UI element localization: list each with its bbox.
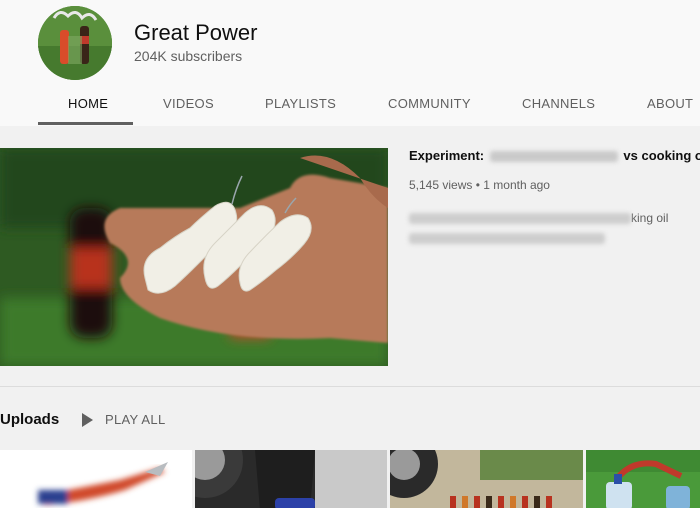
- play-all-label: PLAY ALL: [105, 412, 166, 427]
- featured-title-start: Experiment:: [409, 148, 485, 163]
- channel-avatar[interactable]: [38, 6, 112, 80]
- active-tab-indicator: [38, 122, 133, 125]
- play-icon: [82, 413, 93, 427]
- upload-thumbnail-image: [390, 450, 583, 508]
- description-fragment: king oil: [631, 211, 669, 225]
- view-count: 5,145 views: [409, 178, 473, 192]
- upload-thumbnail-image: [195, 450, 387, 508]
- featured-video-description: king oil: [409, 208, 694, 248]
- tab-videos[interactable]: VIDEOS: [163, 96, 214, 111]
- blurred-description-line: [409, 233, 605, 245]
- featured-video-thumbnail[interactable]: [0, 148, 388, 366]
- tab-channels[interactable]: CHANNELS: [522, 96, 595, 111]
- featured-video-meta: 5,145 views • 1 month ago: [409, 178, 550, 192]
- home-content: Experiment: vs cooking oil 5,145 views •…: [0, 126, 700, 508]
- channel-name: Great Power: [134, 20, 258, 45]
- tab-community[interactable]: COMMUNITY: [388, 96, 471, 111]
- channel-tabs: HOME VIDEOS PLAYLISTS COMMUNITY CHANNELS…: [0, 86, 700, 126]
- upload-thumbnail[interactable]: [586, 450, 700, 508]
- upload-thumbnail-image: [0, 450, 192, 508]
- tab-about[interactable]: ABOUT: [647, 96, 693, 111]
- featured-thumbnail-image: [0, 148, 388, 366]
- blurred-description-line: [409, 213, 631, 225]
- featured-video-title[interactable]: Experiment: vs cooking oil: [409, 148, 700, 163]
- upload-thumbnail[interactable]: [0, 450, 192, 508]
- uploads-heading[interactable]: Uploads: [0, 411, 59, 428]
- tab-home[interactable]: HOME: [68, 96, 108, 111]
- avatar-image: [38, 6, 112, 80]
- blurred-title-text: [489, 151, 618, 163]
- subscriber-count: 204K subscribers: [134, 48, 243, 64]
- upload-thumbnail[interactable]: [195, 450, 387, 508]
- upload-thumbnail-image: [586, 450, 700, 508]
- upload-age: 1 month ago: [483, 178, 550, 192]
- section-divider: [0, 386, 700, 387]
- channel-header: Great Power 204K subscribers HOME VIDEOS…: [0, 0, 700, 126]
- featured-title-end: vs cooking oil: [623, 148, 700, 163]
- tab-playlists[interactable]: PLAYLISTS: [265, 96, 336, 111]
- upload-thumbnail[interactable]: [390, 450, 583, 508]
- meta-separator: •: [475, 178, 480, 192]
